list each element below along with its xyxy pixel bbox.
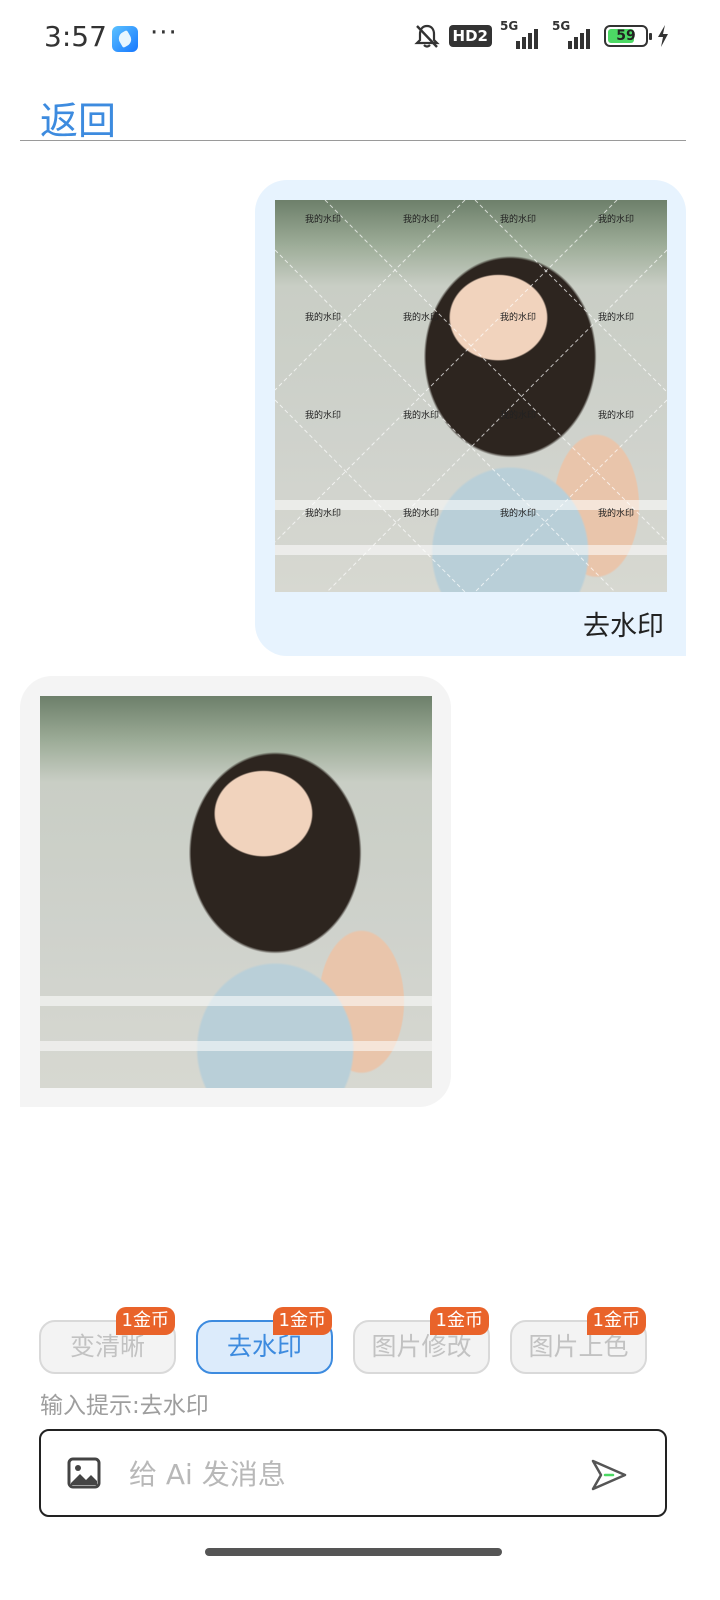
watermark-text: 我的水印 (305, 411, 342, 421)
send-icon[interactable] (589, 1455, 629, 1495)
status-time: 3:57 (44, 20, 107, 53)
input-hint: 输入提示:去水印 (40, 1386, 209, 1420)
chip-label: 图片修改 (371, 1332, 472, 1361)
notification-off-icon (413, 24, 440, 48)
signal-icon-2: 5G (552, 19, 596, 49)
message-composer (39, 1429, 667, 1517)
back-button[interactable]: 返回 (40, 90, 116, 145)
chip-colorize[interactable]: 图片上色 1金币 (510, 1307, 647, 1374)
chip-label: 变清晰 (69, 1332, 145, 1361)
app-notification-icon (112, 26, 138, 52)
watermark-text: 我的水印 (500, 411, 537, 421)
watermark-text: 我的水印 (403, 215, 440, 225)
watermark-text: 我的水印 (598, 215, 635, 225)
user-message-bubble: 我的水印 我的水印 我的水印 我的水印 我的水印 我的水印 我的水印 我的水印 … (255, 180, 686, 656)
ai-message-bubble (20, 676, 451, 1107)
watermark-text: 我的水印 (500, 313, 537, 323)
watermark-text: 我的水印 (598, 509, 635, 519)
user-message-text: 去水印 (583, 611, 664, 642)
chip-label: 去水印 (226, 1332, 302, 1361)
coin-cost-badge: 1金币 (115, 1307, 175, 1335)
chip-enhance[interactable]: 变清晰 1金币 (39, 1307, 176, 1374)
watermark-text: 我的水印 (403, 411, 440, 421)
coin-cost-badge: 1金币 (272, 1307, 332, 1335)
coin-cost-badge: 1金币 (586, 1307, 646, 1335)
watermark-text: 我的水印 (598, 411, 635, 421)
watermark-text: 我的水印 (500, 509, 537, 519)
hint-value: 去水印 (139, 1393, 209, 1419)
watermark-grid (275, 200, 667, 592)
watermark-text: 我的水印 (403, 313, 440, 323)
signal-icon: 5G (500, 19, 544, 49)
watermark-text: 我的水印 (403, 509, 440, 519)
battery-icon: 59 (604, 25, 652, 47)
watermark-text: 我的水印 (598, 313, 635, 323)
chip-remove-watermark[interactable]: 去水印 1金币 (196, 1307, 333, 1374)
watermark-text: 我的水印 (305, 509, 342, 519)
watermark-text: 我的水印 (500, 215, 537, 225)
ai-result-image[interactable] (40, 696, 432, 1088)
hd-voice-badge: HD2 (448, 25, 492, 47)
header-divider (20, 140, 686, 141)
status-bar: 3:57 ··· HD2 5G 5G 59 (0, 0, 720, 76)
status-icons: HD2 5G 5G 59 (413, 19, 670, 50)
charging-icon (658, 25, 668, 47)
chip-edit-image[interactable]: 图片修改 1金币 (353, 1307, 490, 1374)
home-indicator[interactable] (205, 1548, 502, 1556)
more-notifications-icon: ··· (150, 18, 178, 48)
chip-label: 图片上色 (528, 1332, 629, 1361)
hint-label: 输入提示: (40, 1393, 140, 1419)
coin-cost-badge: 1金币 (429, 1307, 489, 1335)
watermark-text: 我的水印 (305, 313, 342, 323)
user-uploaded-image[interactable]: 我的水印 我的水印 我的水印 我的水印 我的水印 我的水印 我的水印 我的水印 … (275, 200, 667, 592)
message-input[interactable] (129, 1449, 569, 1499)
image-icon[interactable] (67, 1457, 101, 1489)
watermark-text: 我的水印 (305, 215, 342, 225)
